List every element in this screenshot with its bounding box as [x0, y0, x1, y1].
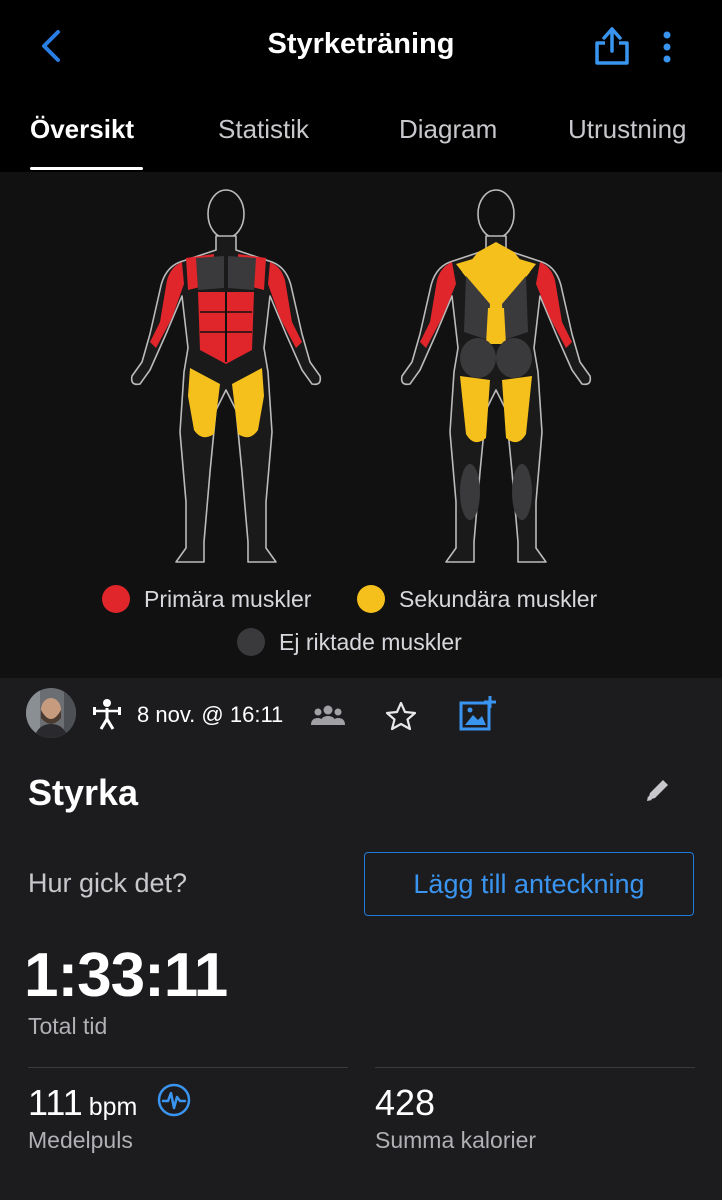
total-time-label: Total tid	[28, 1013, 108, 1039]
add-photo-icon[interactable]	[459, 695, 497, 731]
secondary-color-dot	[357, 585, 385, 613]
heart-rate-icon[interactable]	[157, 1083, 191, 1117]
feedback-prompt: Hur gick det?	[28, 868, 188, 898]
activity-date: 8 nov. @ 16:11	[137, 702, 284, 727]
muscle-map-panel: Primära muskler Sekundära muskler Ej rik…	[0, 172, 722, 678]
legend-secondary-label: Sekundära muskler	[399, 585, 598, 612]
avg-hr-label: Medelpuls	[28, 1127, 133, 1153]
tab-utrustning[interactable]: Utrustning	[568, 114, 687, 145]
tab-oversikt[interactable]: Översikt	[30, 114, 134, 145]
primary-color-dot	[102, 585, 130, 613]
active-tab-indicator	[30, 167, 143, 170]
avg-hr-stat: 111 bpm	[28, 1082, 137, 1124]
top-bar: Styrketräning	[0, 0, 722, 92]
avg-hr-unit: bpm	[88, 1093, 138, 1121]
tab-statistik[interactable]: Statistik	[218, 114, 309, 145]
total-time-value: 1:33:11	[24, 941, 228, 1010]
legend-untargeted: Ej riktade muskler	[237, 628, 462, 656]
divider-left	[28, 1067, 348, 1068]
avg-hr-value: 111	[28, 1082, 83, 1123]
legend-secondary: Sekundära muskler	[357, 585, 597, 613]
more-vertical-icon[interactable]	[654, 28, 680, 68]
muscle-diagram	[130, 189, 592, 563]
legend-untargeted-label: Ej riktade muskler	[279, 628, 462, 655]
calories-value: 428	[375, 1082, 436, 1123]
tab-bar: Översikt Statistik Diagram Utrustning	[0, 92, 722, 172]
tab-diagram[interactable]: Diagram	[399, 114, 497, 145]
add-note-button[interactable]: Lägg till anteckning	[364, 852, 694, 916]
back-body-figure	[400, 189, 592, 563]
avatar[interactable]	[26, 688, 76, 738]
strength-training-icon	[93, 699, 121, 730]
star-icon[interactable]	[385, 700, 417, 732]
activity-meta-row: 8 nov. @ 16:11	[0, 678, 722, 752]
group-icon[interactable]	[311, 704, 345, 726]
untargeted-color-dot	[237, 628, 265, 656]
activity-name: Styrka	[28, 772, 139, 813]
calories-label: Summa kalorier	[375, 1127, 537, 1153]
legend-primary: Primära muskler	[102, 585, 311, 613]
pencil-icon[interactable]	[642, 776, 672, 806]
legend-primary-label: Primära muskler	[144, 585, 312, 612]
divider-right	[375, 1067, 695, 1068]
front-body-figure	[130, 189, 322, 563]
share-icon[interactable]	[592, 24, 632, 68]
